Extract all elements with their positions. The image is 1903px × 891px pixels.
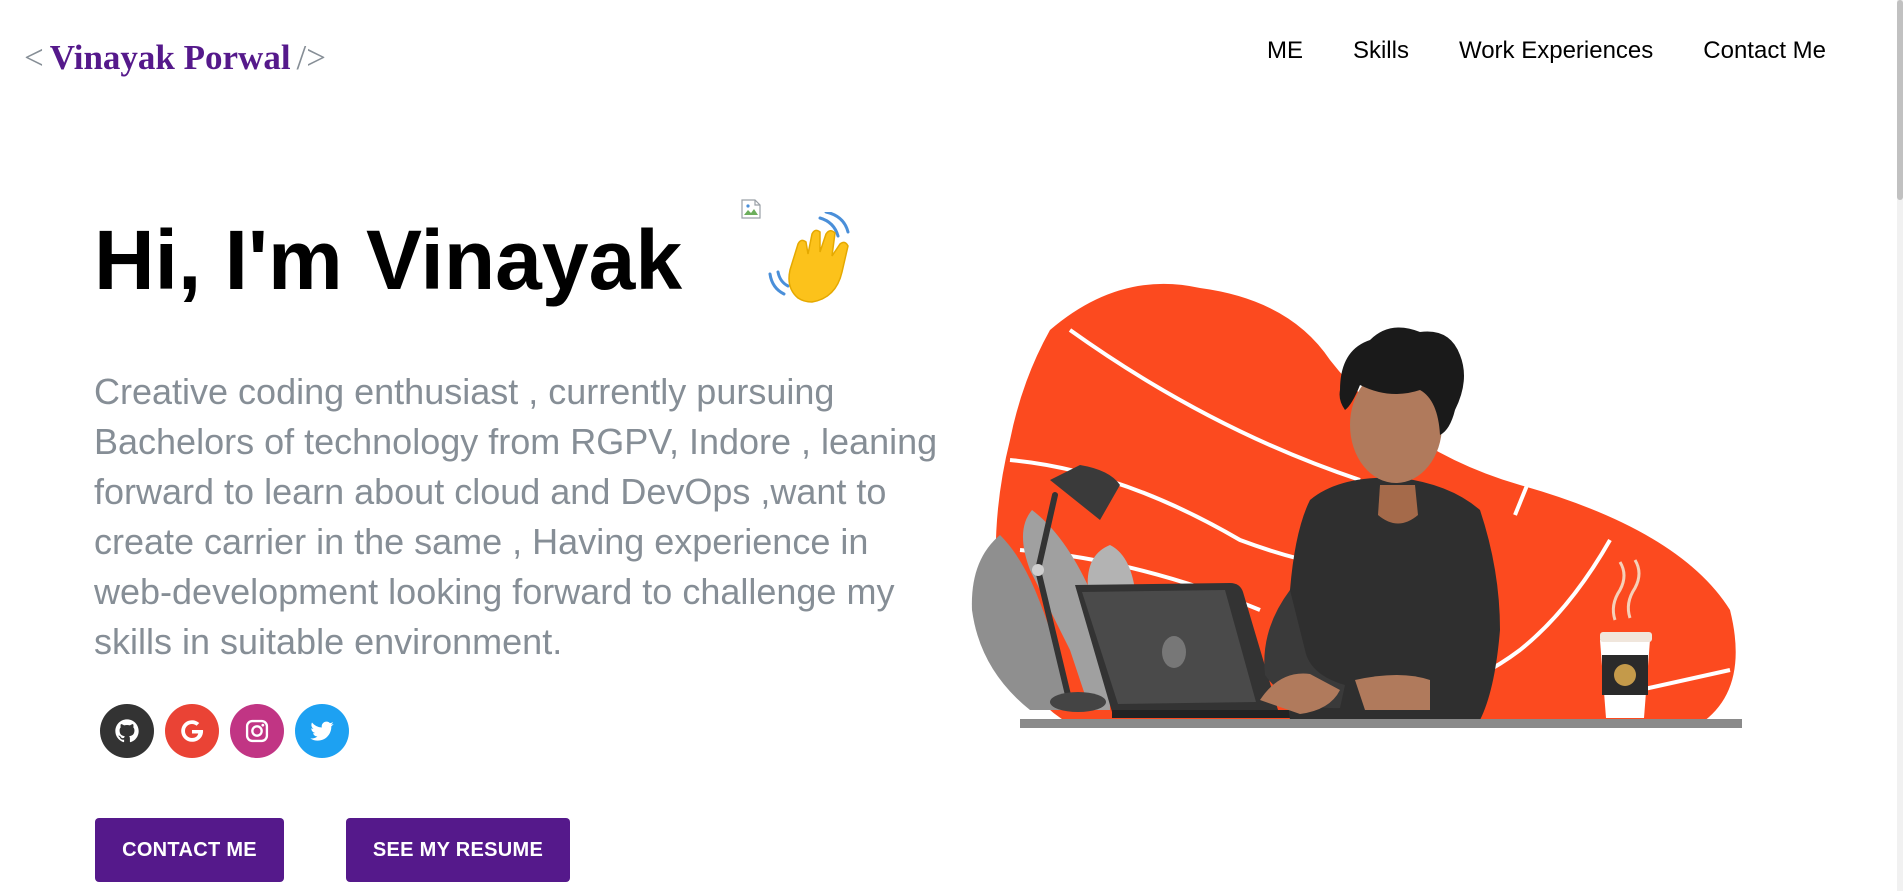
broken-image-icon — [741, 199, 761, 219]
github-link[interactable] — [100, 704, 154, 758]
main-nav: ME Skills Work Experiences Contact Me — [1242, 38, 1851, 64]
google-icon — [181, 720, 204, 742]
twitter-link[interactable] — [295, 704, 349, 758]
nav-item-work-experiences[interactable]: Work Experiences — [1434, 38, 1678, 64]
logo-open-bracket: < — [24, 38, 44, 77]
desk — [1020, 719, 1742, 728]
page-scrollbar[interactable] — [1897, 0, 1903, 891]
logo-name: Vinayak Porwal — [49, 38, 291, 77]
twitter-icon — [310, 721, 334, 741]
nav-item-skills[interactable]: Skills — [1328, 38, 1434, 64]
instagram-link[interactable] — [230, 704, 284, 758]
social-links — [100, 704, 349, 758]
site-logo[interactable]: < Vinayak Porwal/> — [24, 38, 326, 78]
nav-item-contact-me[interactable]: Contact Me — [1678, 38, 1851, 64]
waving-hand-icon — [768, 212, 850, 303]
google-link[interactable] — [165, 704, 219, 758]
nav-item-me[interactable]: ME — [1242, 38, 1328, 64]
hero-subtitle: Creative coding enthusiast , currently p… — [94, 371, 938, 662]
contact-me-button[interactable]: CONTACT ME — [95, 818, 284, 882]
scrollbar-thumb[interactable] — [1897, 0, 1903, 200]
site-header: < Vinayak Porwal/> ME Skills Work Experie… — [0, 0, 1903, 110]
github-icon — [115, 719, 139, 743]
developer-illustration — [971, 283, 1742, 728]
hero-greeting: Hi, I'm Vinayak — [94, 213, 683, 307]
see-resume-button[interactable]: SEE MY RESUME — [346, 818, 570, 882]
instagram-icon — [245, 719, 269, 743]
logo-close-bracket: /> — [296, 38, 327, 77]
